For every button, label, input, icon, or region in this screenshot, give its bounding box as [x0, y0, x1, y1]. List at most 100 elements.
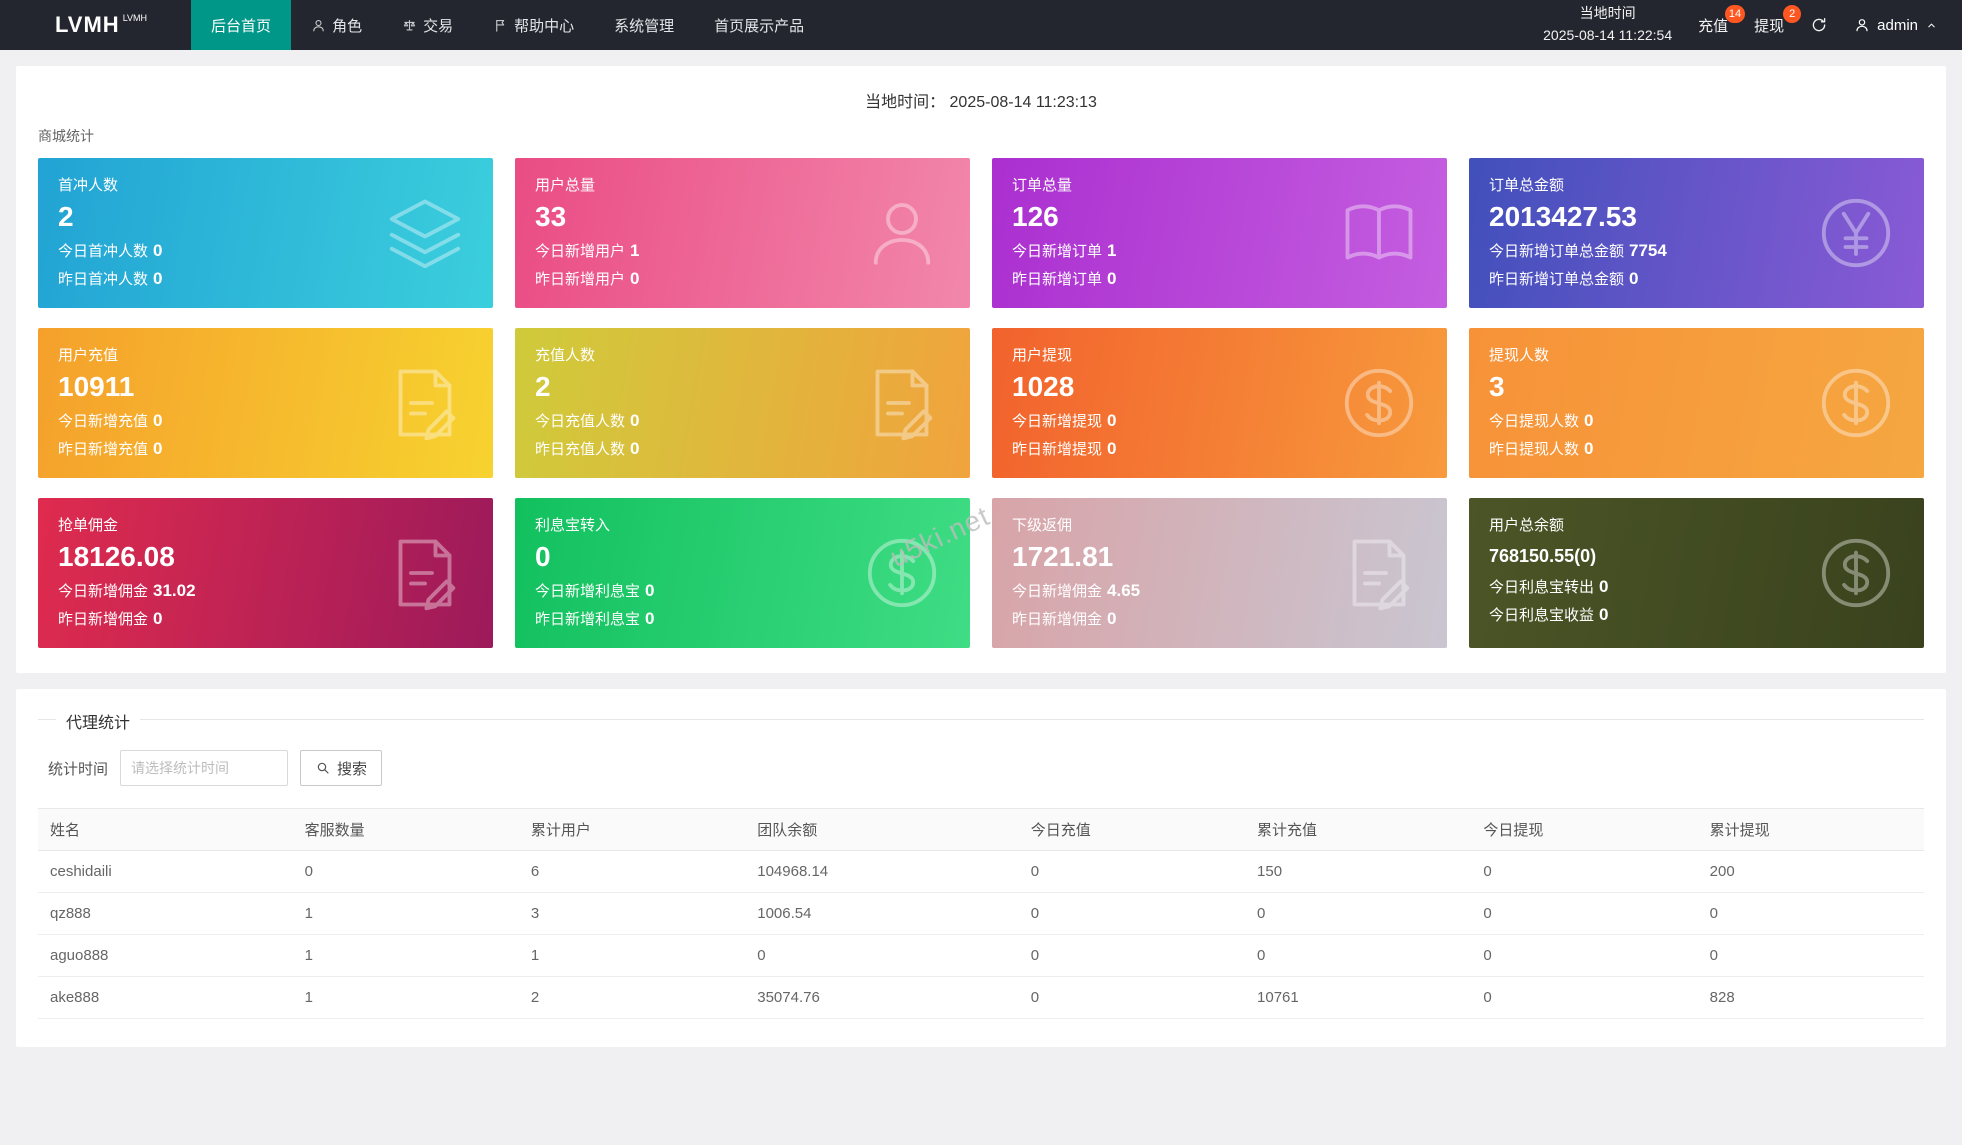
cell-value: 0: [1471, 892, 1698, 935]
stat-line-value: 0: [1629, 269, 1639, 289]
nav-item-roles[interactable]: 角色: [291, 0, 382, 50]
cell-value: 200: [1697, 850, 1924, 893]
cell-value: 104968.14: [745, 850, 1019, 893]
agent-panel: 代理统计 统计时间 搜索 姓名 客服数量 累计用户 团队余额 今日充值: [16, 689, 1946, 1047]
col-header-total-users: 累计用户: [518, 808, 746, 851]
stat-line-label: 昨日首冲人数: [58, 271, 149, 289]
nav-item-system[interactable]: 系统管理: [594, 0, 694, 50]
cell-value: 0: [1697, 892, 1924, 935]
nav-item-label: 帮助中心: [514, 17, 575, 35]
stat-time-label: 统计时间: [48, 760, 109, 778]
nav-item-trade[interactable]: 交易: [382, 0, 473, 50]
stat-line-label: 昨日新增提现: [1012, 441, 1103, 459]
admin-menu[interactable]: admin: [1854, 17, 1938, 34]
stat-card-total-orders: 订单总量 126 今日新增订单 1 昨日新增订单 0: [992, 158, 1447, 308]
stat-line-value: 0: [1599, 577, 1609, 596]
stat-line-value: 0: [153, 411, 163, 430]
stat-line-value: 4.65: [1107, 581, 1141, 600]
stat-line-value: 0: [1107, 609, 1117, 629]
nav-item-label: 角色: [332, 17, 363, 35]
dollar-icon: [1337, 361, 1421, 445]
stat-line-label: 昨日新增订单: [1012, 271, 1103, 289]
recharge-button[interactable]: 充值 14: [1698, 4, 1746, 36]
nav-item-home[interactable]: 后台首页: [191, 0, 292, 50]
stats-panel: 当地时间： 2025-08-14 11:23:13 商城统计 首冲人数 2 今日…: [16, 66, 1946, 673]
stat-line-value: 0: [1107, 439, 1117, 459]
admin-name: admin: [1877, 16, 1918, 34]
recharge-badge: 14: [1724, 4, 1746, 23]
local-time-block: 当地时间 2025-08-14 11:22:54: [1543, 3, 1672, 46]
cell-value: 3: [518, 892, 746, 935]
stat-line-label: 昨日新增订单总金额: [1489, 271, 1625, 289]
cell-value: 1: [518, 934, 746, 977]
search-button-label: 搜索: [337, 760, 368, 778]
local-time-value: 2025-08-14 11:22:54: [1543, 27, 1673, 43]
brand-logo: LVMH LVMH: [0, 0, 191, 50]
cell-value: 0: [1245, 892, 1472, 935]
stat-card-total-users: 用户总量 33 今日新增用户 1 昨日新增用户 0: [515, 158, 970, 308]
recharge-label: 充值: [1698, 17, 1729, 35]
stat-card-order-commission: 抢单佣金 18126.08 今日新增佣金 31.02 昨日新增佣金 0: [38, 498, 493, 648]
stat-card-interest-transfer-in: 利息宝转入 0 今日新增利息宝 0 昨日新增利息宝 0: [515, 498, 970, 648]
stat-line-label: 今日新增订单: [1012, 243, 1103, 260]
stat-line-label: 昨日新增利息宝: [535, 611, 641, 629]
stat-line-label: 昨日提现人数: [1489, 441, 1580, 459]
nav-item-label: 后台首页: [211, 17, 272, 35]
scale-icon: [402, 18, 417, 33]
page-local-time: 当地时间： 2025-08-14 11:23:13: [38, 84, 1924, 124]
nav-item-label: 首页展示产品: [714, 17, 805, 35]
withdraw-button[interactable]: 提现 2: [1754, 4, 1802, 36]
table-row: ceshidaili 0 6 104968.14 0 150 0 200: [38, 850, 1924, 893]
stat-line-label: 今日新增提现: [1012, 413, 1103, 430]
stat-line-label: 昨日新增充值: [58, 441, 149, 459]
cell-value: 0: [1471, 976, 1698, 1019]
stats-cards-grid: 首冲人数 2 今日首冲人数 0 昨日首冲人数 0 用户总量 33 今日新增用户 1 昨…: [38, 158, 1924, 648]
cell-value: 1006.54: [745, 892, 1019, 935]
stat-line-label: 今日新增用户: [535, 243, 626, 260]
stat-line-label: 今日新增订单总金额: [1489, 243, 1625, 260]
col-header-service-count: 客服数量: [292, 808, 519, 851]
search-button[interactable]: 搜索: [300, 750, 383, 786]
agent-section-title: 代理统计: [56, 709, 141, 733]
stat-line-value: 0: [153, 609, 163, 629]
stat-card-sub-rebate: 下级返佣 1721.81 今日新增佣金 4.65 昨日新增佣金 0: [992, 498, 1447, 648]
table-header-row: 姓名 客服数量 累计用户 团队余额 今日充值 累计充值 今日提现 累计提现: [38, 808, 1924, 851]
edit-doc-icon: [383, 361, 467, 445]
stat-line-value: 31.02: [153, 581, 196, 600]
col-header-total-withdraw: 累计提现: [1697, 808, 1924, 851]
cell-value: 1: [292, 976, 519, 1019]
cell-value: 0: [745, 934, 1019, 977]
yen-icon: [1814, 191, 1898, 275]
stat-time-input[interactable]: [120, 750, 289, 786]
table-row: qz888 1 3 1006.54 0 0 0 0: [38, 892, 1924, 935]
cell-name: ceshidaili: [38, 850, 293, 893]
stat-line-value: 0: [1584, 411, 1594, 430]
stat-card-total-order-amount: 订单总金额 2013427.53 今日新增订单总金额 7754 昨日新增订单总金额…: [1469, 158, 1924, 308]
stat-line-label: 今日首冲人数: [58, 243, 149, 260]
stat-card-user-total-balance: 用户总余额 768150.55(0) 今日利息宝转出 0 今日利息宝收益 0: [1469, 498, 1924, 648]
nav-item-label: 交易: [423, 17, 454, 35]
stat-line-value: 0: [1107, 269, 1117, 289]
stat-line-value: 1: [1107, 241, 1117, 260]
nav-item-help[interactable]: 帮助中心: [473, 0, 594, 50]
nav-item-products[interactable]: 首页展示产品: [694, 0, 824, 50]
brand-logo-text: LVMH: [55, 12, 120, 37]
nav-item-label: 系统管理: [614, 17, 675, 35]
col-header-today-recharge: 今日充值: [1018, 808, 1246, 851]
stat-line-value: 0: [630, 411, 640, 430]
page-local-time-value: 2025-08-14 11:23:13: [949, 94, 1097, 111]
cell-value: 10761: [1245, 976, 1472, 1019]
agent-filter-row: 统计时间 搜索: [38, 750, 1924, 786]
table-row: aguo888 1 1 0 0 0 0 0: [38, 934, 1924, 977]
stat-line-value: 0: [1107, 411, 1117, 430]
stat-line-label: 昨日充值人数: [535, 441, 626, 459]
stat-line-value: 7754: [1629, 241, 1667, 260]
cell-value: 35074.76: [745, 976, 1019, 1019]
refresh-icon[interactable]: [1810, 16, 1828, 34]
edit-doc-icon: [383, 531, 467, 615]
cell-value: 0: [1471, 934, 1698, 977]
cell-value: 0: [1018, 850, 1246, 893]
person-icon: [1854, 17, 1870, 33]
stat-line-label: 今日利息宝转出: [1489, 579, 1595, 596]
edit-doc-icon: [1337, 531, 1421, 615]
